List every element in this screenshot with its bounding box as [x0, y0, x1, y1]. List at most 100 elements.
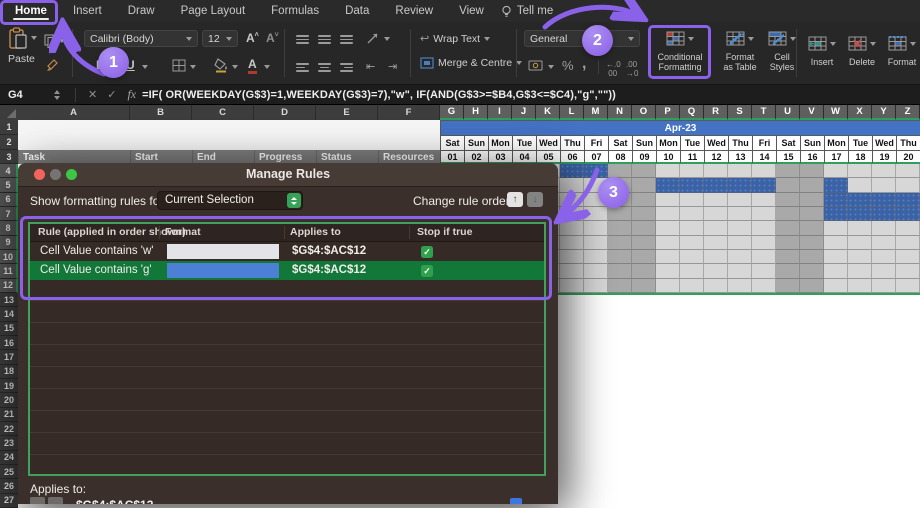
row-header-12[interactable]: 12 [0, 278, 18, 293]
gantt-cell-r10-12[interactable] [704, 249, 728, 265]
gantt-cell-r12-18[interactable] [848, 278, 872, 293]
column-header-Y[interactable]: Y [872, 105, 896, 120]
comma-style-icon[interactable]: , [582, 55, 586, 73]
day-cell-09[interactable]: Sun [632, 135, 656, 150]
day-cell-07[interactable]: Fri [584, 135, 608, 150]
date-cell-07[interactable]: 07 [584, 150, 608, 164]
gantt-cell-r8-11[interactable] [680, 221, 704, 236]
date-cell-03[interactable]: 03 [488, 150, 512, 164]
move-rule-up-button[interactable]: ↑ [507, 192, 523, 207]
gantt-cell-r4-16[interactable] [800, 164, 824, 179]
decrease-font-icon[interactable]: A˅ [266, 31, 279, 45]
gantt-cell-r9-06[interactable] [560, 235, 584, 250]
row-header-17[interactable]: 17 [0, 350, 18, 365]
applies-to-button-2[interactable] [48, 497, 63, 504]
gantt-cell-r8-14[interactable] [752, 221, 776, 236]
task-header-status[interactable]: Status [316, 150, 378, 164]
align-right-icon[interactable] [340, 61, 353, 74]
gantt-bar-r5-14[interactable] [752, 178, 776, 193]
gantt-cell-r6-15[interactable] [776, 192, 800, 207]
gantt-cell-r5-19[interactable] [872, 178, 896, 193]
increase-font-icon[interactable]: A˄ [246, 31, 259, 45]
gantt-cell-r10-08[interactable] [608, 249, 632, 265]
day-cell-11[interactable]: Tue [680, 135, 704, 150]
gantt-cell-r6-13[interactable] [728, 192, 752, 207]
gantt-bar-r4-07[interactable] [584, 164, 608, 179]
rule-row-2-selected[interactable]: Cell Value contains 'g' $G$4:$AC$12 ✓ [30, 261, 544, 280]
column-header-H[interactable]: H [464, 105, 488, 120]
gantt-cell-r10-19[interactable] [872, 249, 896, 265]
orientation-icon[interactable] [366, 31, 380, 45]
row-header-27[interactable]: 27 [0, 493, 18, 508]
gantt-cell-r11-08[interactable] [608, 264, 632, 279]
gantt-cell-r9-18[interactable] [848, 235, 872, 250]
gantt-cell-r10-15[interactable] [776, 249, 800, 265]
gantt-cell-r12-10[interactable] [656, 278, 680, 293]
gantt-cell-r11-12[interactable] [704, 264, 728, 279]
conditional-formatting-button[interactable]: Conditional Formatting [652, 29, 708, 72]
row-header-26[interactable]: 26 [0, 479, 18, 494]
format-button[interactable]: Format [884, 34, 920, 67]
gantt-cell-r8-09[interactable] [632, 221, 656, 236]
column-header-B[interactable]: B [130, 105, 192, 120]
gantt-bar-r5-11[interactable] [680, 178, 704, 193]
row-header-23[interactable]: 23 [0, 436, 18, 451]
tab-home[interactable]: Home [2, 0, 60, 22]
column-header-U[interactable]: U [776, 105, 800, 120]
gantt-cell-r4-11[interactable] [680, 164, 704, 179]
gantt-cell-r8-17[interactable] [824, 221, 848, 236]
gantt-cell-r10-10[interactable] [656, 249, 680, 265]
gantt-cell-r4-20[interactable] [896, 164, 920, 179]
gantt-cell-r11-16[interactable] [800, 264, 824, 279]
row-header-13[interactable]: 13 [0, 292, 18, 308]
gantt-bar-r6-17[interactable] [824, 192, 848, 207]
gantt-cell-r4-18[interactable] [848, 164, 872, 179]
day-cell-16[interactable]: Sun [800, 135, 824, 150]
merge-centre-button[interactable]: Merge & Centre [420, 57, 523, 69]
tab-formulas[interactable]: Formulas [258, 0, 332, 22]
align-bottom-icon[interactable] [340, 33, 353, 46]
column-header-Z[interactable]: Z [896, 105, 920, 120]
day-cell-05[interactable]: Wed [536, 135, 560, 150]
gantt-cell-r5-09[interactable] [632, 178, 656, 193]
show-rules-select[interactable]: Current Selection [157, 191, 303, 210]
row-header-25[interactable]: 25 [0, 464, 18, 480]
gantt-cell-r4-13[interactable] [728, 164, 752, 179]
day-cell-01[interactable]: Sat [440, 135, 464, 150]
applies-to-value[interactable]: $G$4:$AC$12 [76, 498, 153, 504]
gantt-cell-r4-17[interactable] [824, 164, 848, 179]
name-box[interactable]: G4 [0, 89, 54, 101]
row-header-10[interactable]: 10 [0, 249, 18, 265]
column-header-O[interactable]: O [632, 105, 656, 120]
row-header-24[interactable]: 24 [0, 450, 18, 465]
gantt-cell-r10-06[interactable] [560, 249, 584, 265]
gantt-cell-r5-15[interactable] [776, 178, 800, 193]
row-header-20[interactable]: 20 [0, 393, 18, 408]
gantt-cell-r6-14[interactable] [752, 192, 776, 207]
column-header-R[interactable]: R [704, 105, 728, 120]
increase-indent-icon[interactable]: ⇥ [388, 60, 397, 73]
gantt-cell-r7-06[interactable] [560, 206, 584, 222]
gantt-cell-r9-12[interactable] [704, 235, 728, 250]
day-cell-10[interactable]: Mon [656, 135, 680, 150]
gantt-cell-r7-07[interactable] [584, 206, 608, 222]
row-header-15[interactable]: 15 [0, 321, 18, 336]
gantt-cell-r8-07[interactable] [584, 221, 608, 236]
gantt-cell-r8-16[interactable] [800, 221, 824, 236]
row-header-3[interactable]: 3 [0, 150, 18, 164]
formula-input[interactable]: =IF( OR(WEEKDAY(G$3)=1,WEEKDAY(G$3)=7),"… [142, 89, 616, 101]
column-header-N[interactable]: N [608, 105, 632, 120]
day-cell-12[interactable]: Wed [704, 135, 728, 150]
gantt-bar-r6-18[interactable] [848, 192, 872, 207]
day-cell-06[interactable]: Thu [560, 135, 584, 150]
applies-to-button-1[interactable] [30, 497, 45, 504]
gantt-cell-r11-19[interactable] [872, 264, 896, 279]
align-middle-icon[interactable] [318, 33, 331, 46]
move-rule-down-button[interactable]: ↓ [527, 192, 543, 207]
underline-chevron[interactable] [142, 65, 148, 69]
cancel-icon[interactable]: ✕ [88, 88, 97, 101]
gantt-cell-r11-13[interactable] [728, 264, 752, 279]
gantt-cell-r9-16[interactable] [800, 235, 824, 250]
gantt-cell-r5-18[interactable] [848, 178, 872, 193]
gantt-cell-r10-16[interactable] [800, 249, 824, 265]
